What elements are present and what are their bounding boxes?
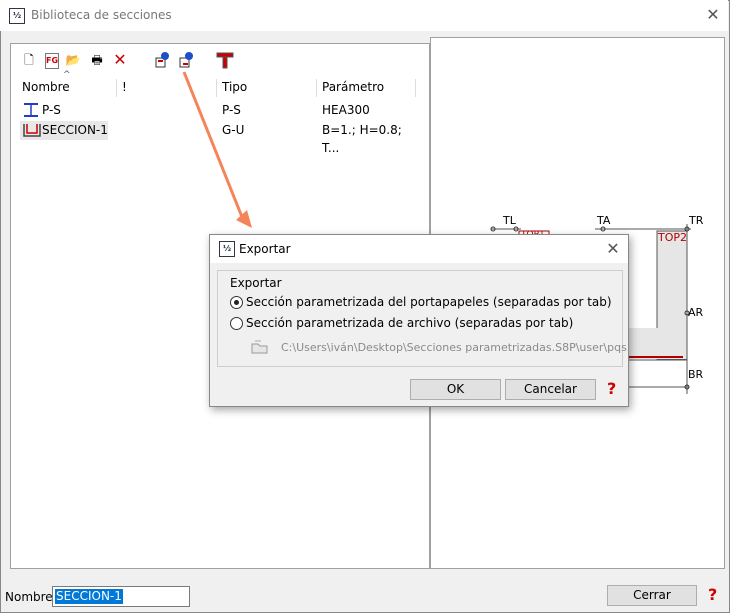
dialog-help-icon[interactable]: ? [607, 379, 616, 398]
ok-button[interactable]: OK [410, 379, 501, 400]
group-label: Exportar [228, 276, 284, 290]
option-file-label[interactable]: Sección parametrizada de archivo (separa… [246, 316, 573, 330]
dialog-title-bar: ½ Exportar ✕ [210, 235, 628, 263]
dialog-close-button[interactable]: ✕ [605, 241, 621, 257]
cancel-button[interactable]: Cancelar [505, 379, 596, 400]
radio-clipboard[interactable] [230, 296, 243, 309]
folder-svg [251, 340, 268, 354]
dialog-title: Exportar [239, 242, 291, 256]
export-dialog: ½ Exportar ✕ Exportar Sección parametriz… [209, 234, 631, 407]
radio-selected-dot [234, 300, 239, 305]
folder-icon[interactable] [250, 339, 270, 358]
option-clipboard-label[interactable]: Sección parametrizada del portapapeles (… [246, 295, 612, 309]
file-path: C:\Users\iván\Desktop\Secciones parametr… [281, 341, 631, 354]
radio-file[interactable] [230, 317, 243, 330]
dialog-app-icon: ½ [219, 241, 235, 257]
